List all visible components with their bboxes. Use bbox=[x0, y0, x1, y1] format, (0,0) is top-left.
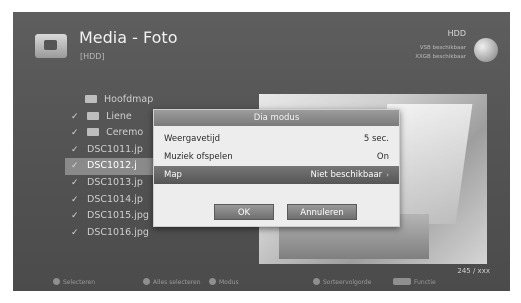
list-item-root-folder[interactable]: Hoofdmap bbox=[71, 92, 251, 109]
list-item-label: DSC1014.jp bbox=[87, 193, 143, 205]
option-value-wrap: Niet beschikbaar › bbox=[310, 166, 389, 184]
slideshow-mode-dialog: Dia modus Weergavetijd 5 sec. Muziek ofs… bbox=[153, 109, 400, 227]
list-item-label: DSC1012.j bbox=[87, 160, 137, 172]
ok-button[interactable]: OK bbox=[214, 204, 274, 220]
footer-select[interactable]: Selecteren bbox=[53, 278, 95, 286]
footer-button-bar: Selecteren Alles selecteren Modus Sortee… bbox=[13, 275, 510, 291]
source-label: [HDD] bbox=[80, 52, 105, 61]
checkmark-icon: ✓ bbox=[71, 144, 79, 155]
list-item[interactable]: ✓ DSC1016.jpg bbox=[71, 225, 251, 242]
option-label: Muziek ofspelen bbox=[164, 152, 233, 162]
checkmark-icon: ✓ bbox=[71, 111, 79, 122]
option-label: Weergavetijd bbox=[164, 134, 221, 144]
device-label: HDD bbox=[447, 29, 466, 38]
footer-sort-label: Sorteervolgorde bbox=[323, 279, 372, 286]
folder-icon bbox=[85, 95, 97, 103]
yellow-button-icon bbox=[209, 278, 216, 285]
folder-icon bbox=[87, 128, 100, 137]
media-photo-screen: Media - Foto [HDD] HDD VSB beschikbaar X… bbox=[13, 12, 510, 291]
footer-select-all-label: Alles selecteren bbox=[153, 279, 201, 286]
hdd-disk-icon bbox=[474, 38, 498, 62]
folder-icon bbox=[87, 111, 100, 120]
list-item-label: DSC1013.jp bbox=[87, 176, 143, 188]
option-value: 5 sec. bbox=[363, 134, 389, 144]
green-button-icon bbox=[143, 278, 150, 285]
camera-icon bbox=[35, 34, 67, 58]
checkmark-icon: ✓ bbox=[71, 177, 79, 188]
footer-sort[interactable]: Sorteervolgorde bbox=[313, 278, 371, 286]
page-title: Media - Foto bbox=[79, 28, 178, 47]
list-item-label: Ceremo bbox=[106, 127, 144, 139]
option-display-time[interactable]: Weergavetijd 5 sec. bbox=[154, 130, 399, 148]
storage-info-1: VSB beschikbaar bbox=[419, 45, 466, 51]
list-item-label: DSC1015.jpg bbox=[87, 210, 149, 222]
option-label: Map bbox=[164, 170, 182, 180]
option-folder[interactable]: Map Niet beschikbaar › bbox=[154, 166, 399, 184]
checkmark-icon: ✓ bbox=[71, 227, 79, 238]
storage-info-2: XXGB beschikbaar bbox=[415, 54, 466, 60]
option-value: Niet beschikbaar bbox=[310, 170, 383, 180]
tv-screen-frame: Media - Foto [HDD] HDD VSB beschikbaar X… bbox=[0, 0, 521, 303]
tools-button-icon bbox=[393, 278, 411, 285]
footer-select-label: Selecteren bbox=[63, 279, 96, 286]
checkmark-icon: ✓ bbox=[71, 161, 79, 172]
dialog-title: Dia modus bbox=[154, 110, 399, 126]
chevron-right-icon: › bbox=[386, 171, 389, 179]
option-music-play[interactable]: Muziek ofspelen On bbox=[154, 148, 399, 166]
footer-select-all[interactable]: Alles selecteren bbox=[143, 278, 201, 286]
footer-function-label: Functie bbox=[414, 279, 436, 286]
checkmark-icon: ✓ bbox=[71, 194, 79, 205]
red-button-icon bbox=[53, 278, 60, 285]
dialog-buttons: OK Annuleren bbox=[154, 204, 399, 222]
photo-counter: 245 / xxx bbox=[457, 267, 490, 275]
list-item-label: DSC1016.jpg bbox=[87, 226, 149, 238]
checkmark-icon: ✓ bbox=[71, 128, 79, 139]
footer-function[interactable]: Functie bbox=[393, 278, 436, 286]
list-item-label: Hoofdmap bbox=[104, 94, 154, 105]
cancel-button[interactable]: Annuleren bbox=[287, 204, 357, 220]
list-item-label: DSC1011.jp bbox=[87, 143, 143, 155]
checkmark-icon: ✓ bbox=[71, 211, 79, 222]
footer-mode[interactable]: Modus bbox=[209, 278, 239, 286]
option-value: On bbox=[376, 152, 389, 162]
list-item-label: Liene bbox=[106, 110, 132, 122]
blue-button-icon bbox=[313, 278, 320, 285]
footer-mode-label: Modus bbox=[219, 279, 239, 286]
